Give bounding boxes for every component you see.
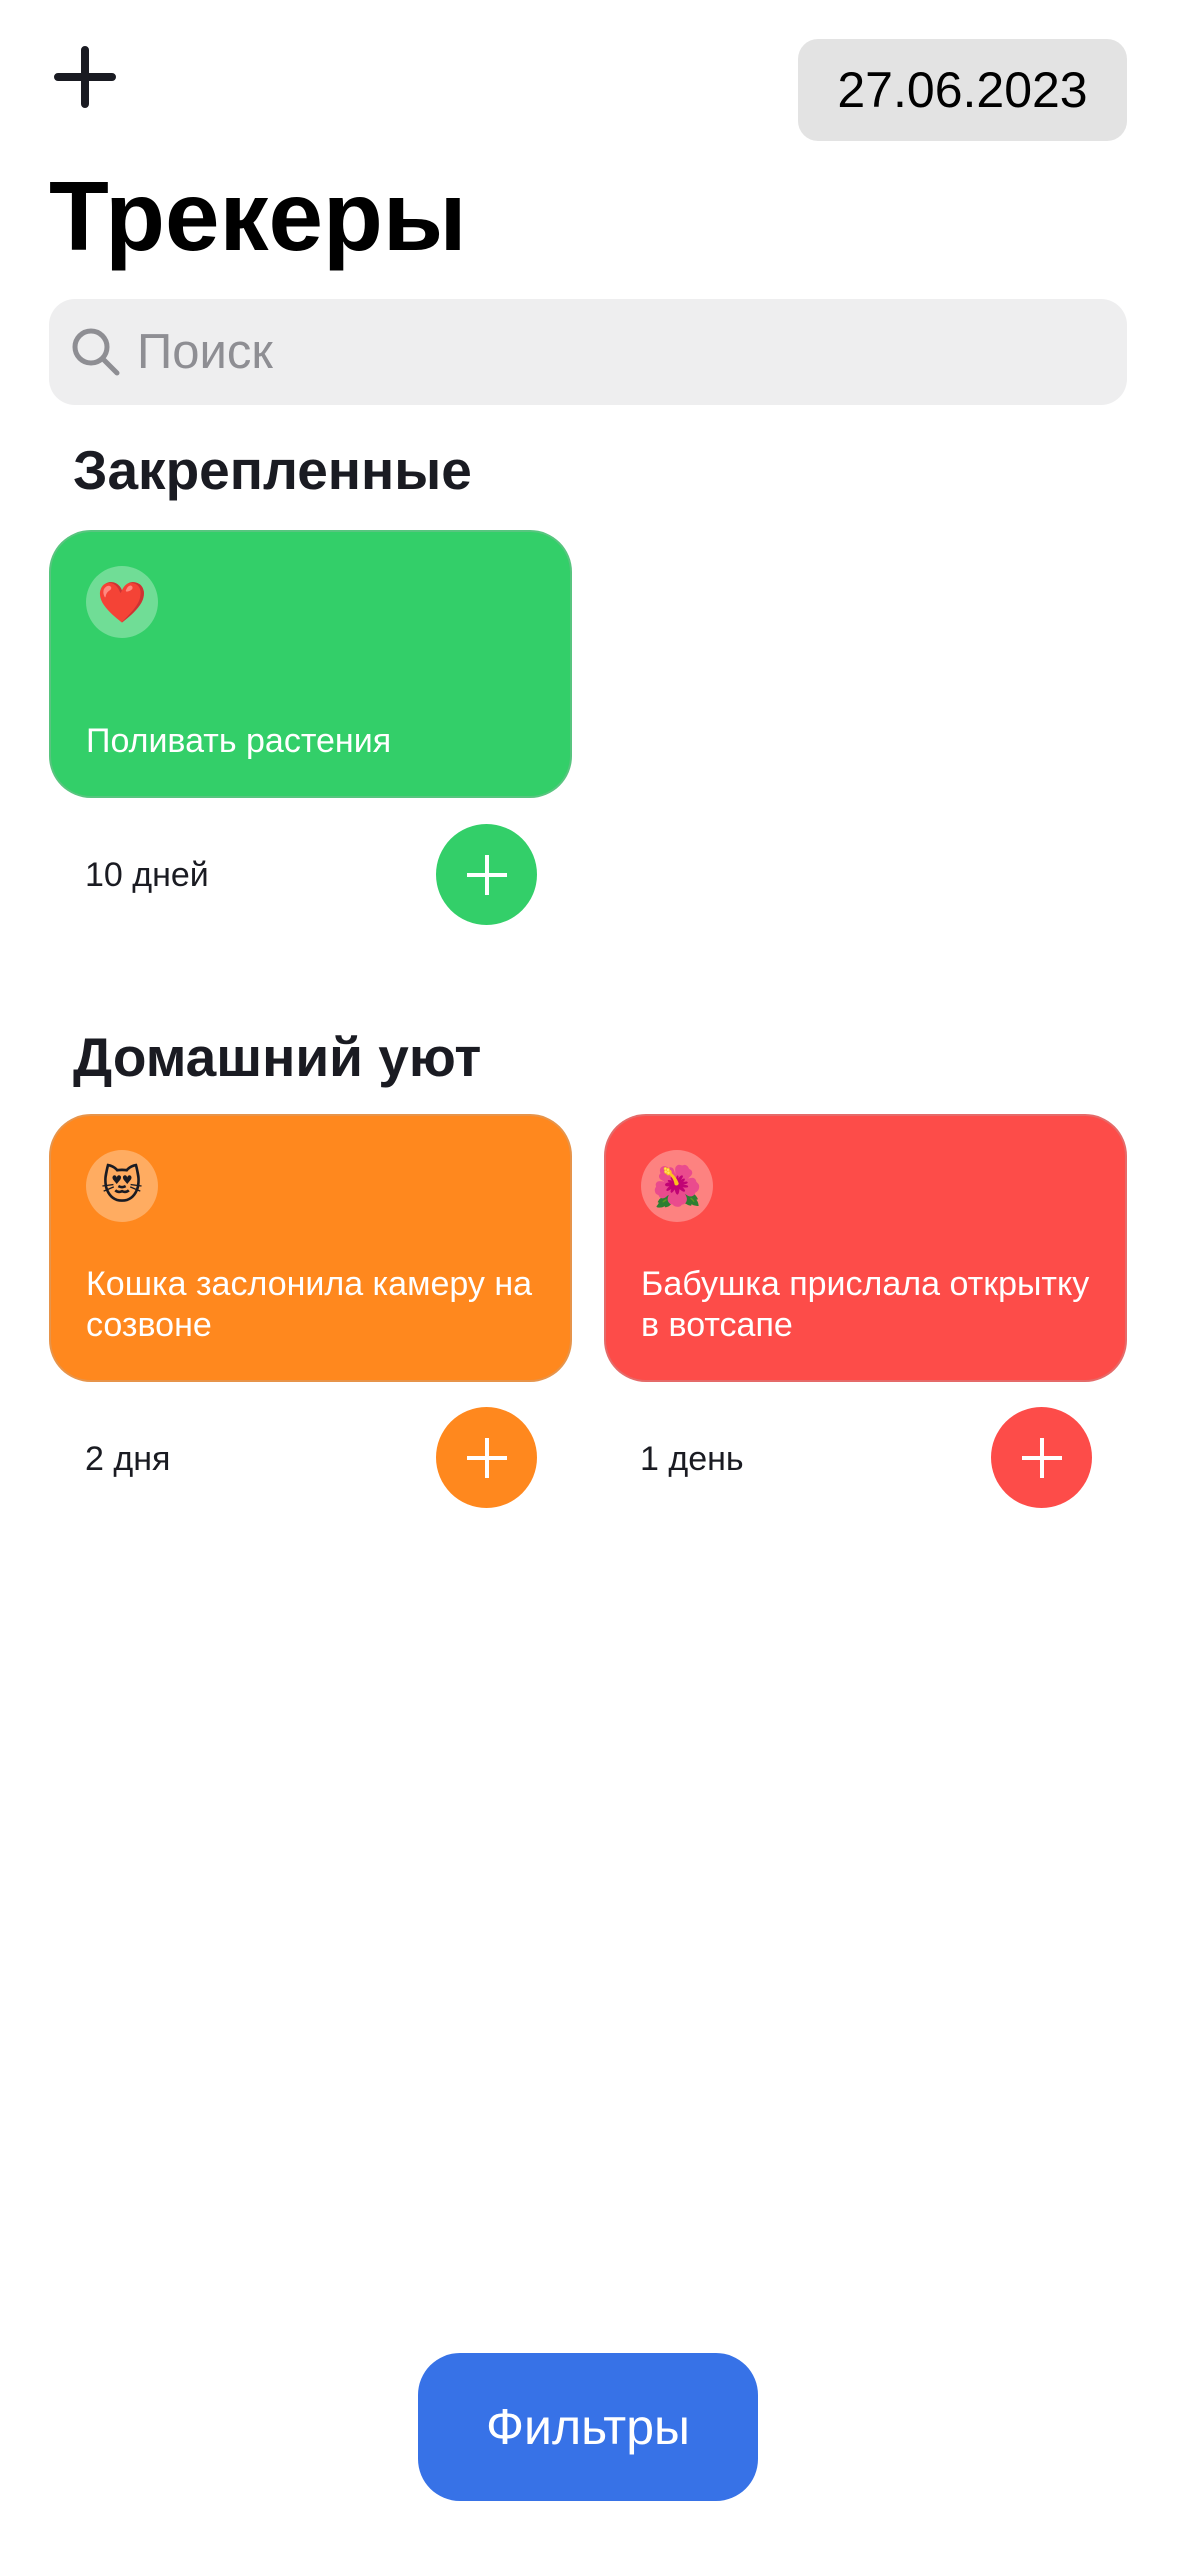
- section-title-pinned: Закрепленные: [73, 439, 472, 501]
- date-picker-button[interactable]: 27.06.2023: [798, 39, 1127, 141]
- plus-icon: [466, 854, 507, 895]
- magnifying-glass-icon: [72, 328, 120, 376]
- tracker-card[interactable]: 😻 Кошка заслонила камеру на созвоне: [49, 1114, 572, 1382]
- tracker-name: Кошка заслонила камеру на созвоне: [86, 1265, 533, 1344]
- plus-icon: [54, 46, 116, 108]
- tracker-days-count: 10 дней: [85, 856, 209, 894]
- complete-tracker-button[interactable]: [436, 1407, 537, 1508]
- tracker-card[interactable]: 🌺 Бабушка прислала открытку в вотсапе: [604, 1114, 1127, 1382]
- tracker-name: Поливать растения: [86, 722, 392, 760]
- search-field[interactable]: [49, 299, 1127, 405]
- complete-tracker-button[interactable]: [991, 1407, 1092, 1508]
- heart-emoji-icon: ❤️: [86, 566, 158, 638]
- tracker-days-count: 1 день: [640, 1440, 744, 1478]
- tracker-days-count: 2 дня: [85, 1440, 171, 1478]
- plus-icon: [1021, 1437, 1062, 1478]
- tracker-name: Бабушка прислала открытку в вотсапе: [641, 1265, 1090, 1344]
- cat-heart-eyes-emoji-icon: 😻: [86, 1150, 158, 1222]
- filters-button[interactable]: Фильтры: [418, 2353, 758, 2501]
- tracker-card[interactable]: ❤️ Поливать растения: [49, 530, 572, 798]
- hibiscus-emoji-icon: 🌺: [641, 1150, 713, 1222]
- complete-tracker-button[interactable]: [436, 824, 537, 925]
- section-title-home: Домашний уют: [73, 1026, 482, 1088]
- plus-icon: [466, 1437, 507, 1478]
- add-tracker-button[interactable]: [52, 44, 118, 110]
- page-title: Трекеры: [49, 161, 467, 271]
- search-input[interactable]: [135, 323, 1039, 381]
